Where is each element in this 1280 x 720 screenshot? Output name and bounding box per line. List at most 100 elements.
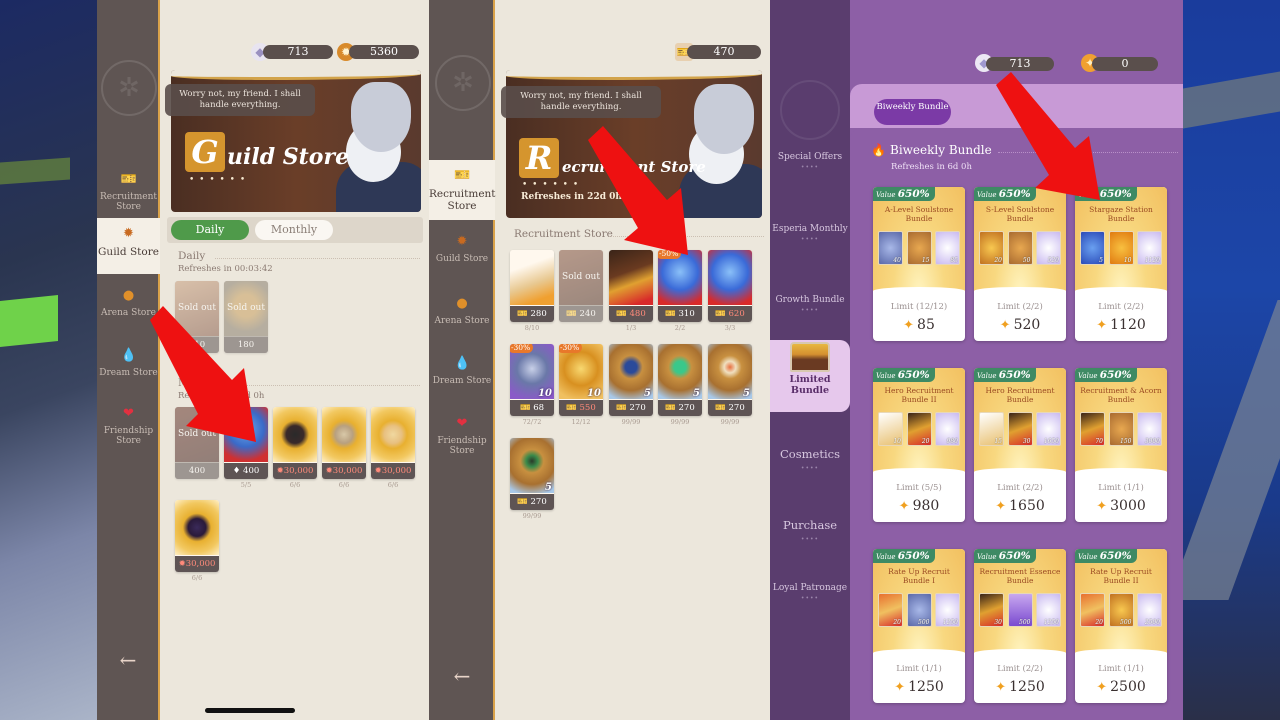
store-item[interactable]: Sold out 🎫 240	[559, 250, 603, 322]
bundle-card[interactable]: Value 650% Rate Up Recruit Bundle II 20 500…	[1075, 549, 1167, 703]
tab-biweekly-bundle[interactable]: Biweekly Bundle	[874, 99, 951, 125]
bundle-item-icon: 3000	[1137, 412, 1162, 446]
store-sidebar: 🎫 Recruitment Store ✹ Guild Store ● Aren…	[97, 0, 160, 720]
store-item[interactable]: 🎫 480	[609, 250, 653, 322]
bundle-item-icon: 70	[1080, 412, 1105, 446]
gold-essence-icon: ✦	[1096, 680, 1108, 695]
tab-daily[interactable]: Daily	[171, 220, 249, 240]
item-price: ✹30,000	[273, 463, 317, 479]
sidebar-item-friendship-store[interactable]: ❤ Friendship Store	[429, 416, 495, 462]
store-item[interactable]: Sold out 210	[175, 281, 219, 353]
store-item[interactable]: ✹30,000	[175, 500, 219, 572]
sidebar-item-label: Friendship Store	[103, 426, 154, 446]
sidebar-item-label: Friendship Store	[437, 436, 487, 456]
bundle-item-icon: 500	[1108, 593, 1134, 627]
speech-bubble: Worry not, my friend. I shall handle eve…	[165, 84, 315, 116]
bundle-card[interactable]: Value 650% Rate Up Recruit Bundle I 20 500 1…	[873, 549, 965, 703]
store-item[interactable]: 10 🎫 68 -30%	[510, 344, 554, 416]
heart-icon: ❤	[456, 416, 468, 431]
bundle-item-quantity: 40	[893, 257, 901, 264]
sidebar-item-dream-store[interactable]: 💧 Dream Store	[97, 348, 160, 394]
tab-monthly[interactable]: Monthly	[255, 220, 333, 240]
bundle-item-icon: 20	[878, 593, 903, 627]
bundle-price: ✦ 3000	[1075, 498, 1167, 514]
sidebar-item-arena-store[interactable]: ● Arena Store	[97, 288, 160, 334]
item-stock: 99/99	[670, 418, 690, 426]
purchase-limit: Limit (12/12)	[890, 302, 948, 312]
store-item[interactable]: ♦ 400	[224, 407, 268, 479]
store-item[interactable]: 🎫 310 -50%	[658, 250, 702, 322]
sidebar-item-guild-store[interactable]: ✹ Guild Store	[429, 234, 495, 280]
bundle-card[interactable]: Value 650% A-Level Soulstone Bundle 40 15 85…	[873, 187, 965, 341]
back-arrow-icon[interactable]: ←	[113, 648, 143, 672]
sidebar-item-arena-store[interactable]: ● Arena Store	[429, 296, 495, 342]
sidebar-item-esperia-monthly[interactable]: Esperia Monthly ••••	[770, 224, 850, 245]
item-quantity: 5	[545, 482, 552, 493]
purchase-limit: Limit (2/2)	[997, 664, 1043, 674]
sidebar-item-recruitment-store[interactable]: 🎫 Recruitment Store	[97, 170, 160, 216]
bundle-price: ✦ 520	[974, 317, 1066, 333]
bundle-item-quantity: 15	[921, 257, 930, 264]
sidebar-item-dream-store[interactable]: 💧 Dream Store	[429, 356, 495, 402]
bundle-item-icon: 150	[1108, 412, 1134, 446]
bundle-item-icon: 15	[979, 412, 1004, 446]
bundle-item-icon: 10	[1108, 231, 1134, 265]
bundle-item-icon: 1120	[1137, 231, 1162, 265]
store-item[interactable]: Sold out 400	[175, 407, 219, 479]
bundle-card[interactable]: Value 650% S-Level Soulstone Bundle 20 50 52…	[974, 187, 1066, 341]
sidebar-item-label: Dream Store	[99, 368, 158, 378]
item-price: ✹30,000	[175, 556, 219, 572]
sidebar-item-purchase[interactable]: Purchase ••••	[770, 519, 850, 546]
card-divider	[1075, 287, 1167, 295]
home-indicator[interactable]	[205, 708, 295, 713]
bundle-card[interactable]: Value 650% Recruitment Essence Bundle 30 50…	[974, 549, 1066, 703]
store-item[interactable]: 5 🎫 270	[708, 344, 752, 416]
bundle-item-quantity: 15	[994, 438, 1002, 445]
bundle-card[interactable]: Value 650% Hero Recruitment Bundle II 10 20…	[873, 368, 965, 522]
bundle-item-icon: 20	[906, 412, 932, 446]
banner-dots: • • • • • •	[189, 175, 247, 185]
store-item[interactable]: Sold out 180	[224, 281, 268, 353]
item-stock: 1/3	[625, 324, 637, 332]
store-item[interactable]: 5 🎫 270	[510, 438, 554, 510]
bundle-item-quantity: 1250	[1043, 619, 1059, 626]
store-item[interactable]: ✹30,000	[371, 407, 415, 479]
sidebar-item-guild-store[interactable]: ✹ Guild Store	[97, 218, 160, 274]
flame-icon: 🔥	[871, 143, 886, 157]
store-item[interactable]: ✹30,000	[273, 407, 317, 479]
store-title: uild Store	[227, 144, 350, 170]
sidebar-item-loyal-patronage[interactable]: Loyal Patronage ••••	[770, 583, 850, 604]
daily-refresh-timer: Refreshes in 00:03:42	[178, 264, 273, 274]
value-badge: Value 650%	[1075, 549, 1137, 563]
sidebar-item-special-offers[interactable]: Special Offers ••••	[770, 152, 850, 173]
sidebar-item-label: Guild Store	[435, 254, 489, 264]
bundle-contents: 70 150 3000	[1080, 412, 1162, 446]
bundle-item-quantity: 5	[1099, 257, 1103, 264]
bundle-price: ✦ 980	[873, 498, 965, 514]
sidebar-item-label: Arena Store	[101, 308, 156, 318]
sidebar-item-limited-bundle[interactable]: Limited Bundle	[770, 340, 850, 412]
purchase-limit: Limit (1/1)	[1098, 483, 1144, 493]
store-item[interactable]: 🎫 620	[708, 250, 752, 322]
item-quantity: 5	[743, 388, 750, 399]
daily-section-title: Daily	[178, 250, 206, 262]
bundle-item-quantity: 20	[1095, 619, 1103, 626]
bundle-card[interactable]: Value 650% Hero Recruitment Bundle 15 30 165…	[974, 368, 1066, 522]
bundle-card[interactable]: Value 650% Stargaze Station Bundle 5 10 1120…	[1075, 187, 1167, 341]
bundle-card[interactable]: Value 650% Recruitment & Acorn Bundle 70 15…	[1075, 368, 1167, 522]
recruitment-store-panel: 🎫 Recruitment Store ✹ Guild Store ● Aren…	[429, 0, 770, 720]
store-item[interactable]: 🎫 280	[510, 250, 554, 322]
price-value: 1120	[1110, 317, 1146, 333]
store-item[interactable]: ✹30,000	[322, 407, 366, 479]
store-item[interactable]: 10 🎫 550 -30%	[559, 344, 603, 416]
item-quantity: 10	[587, 388, 601, 399]
back-arrow-icon[interactable]: ←	[447, 664, 477, 688]
sidebar-item-growth-bundle[interactable]: Growth Bundle ••••	[770, 295, 850, 316]
sidebar-item-friendship-store[interactable]: ❤ Friendship Store	[97, 406, 160, 452]
sidebar-item-cosmetics[interactable]: Cosmetics ••••	[770, 448, 850, 475]
bundle-item-icon: 1650	[1036, 412, 1061, 446]
value-badge: Value 650%	[974, 549, 1036, 563]
store-item[interactable]: 5 🎫 270	[658, 344, 702, 416]
sidebar-item-recruitment-store[interactable]: 🎫 Recruitment Store	[429, 160, 496, 220]
store-item[interactable]: 5 🎫 270	[609, 344, 653, 416]
